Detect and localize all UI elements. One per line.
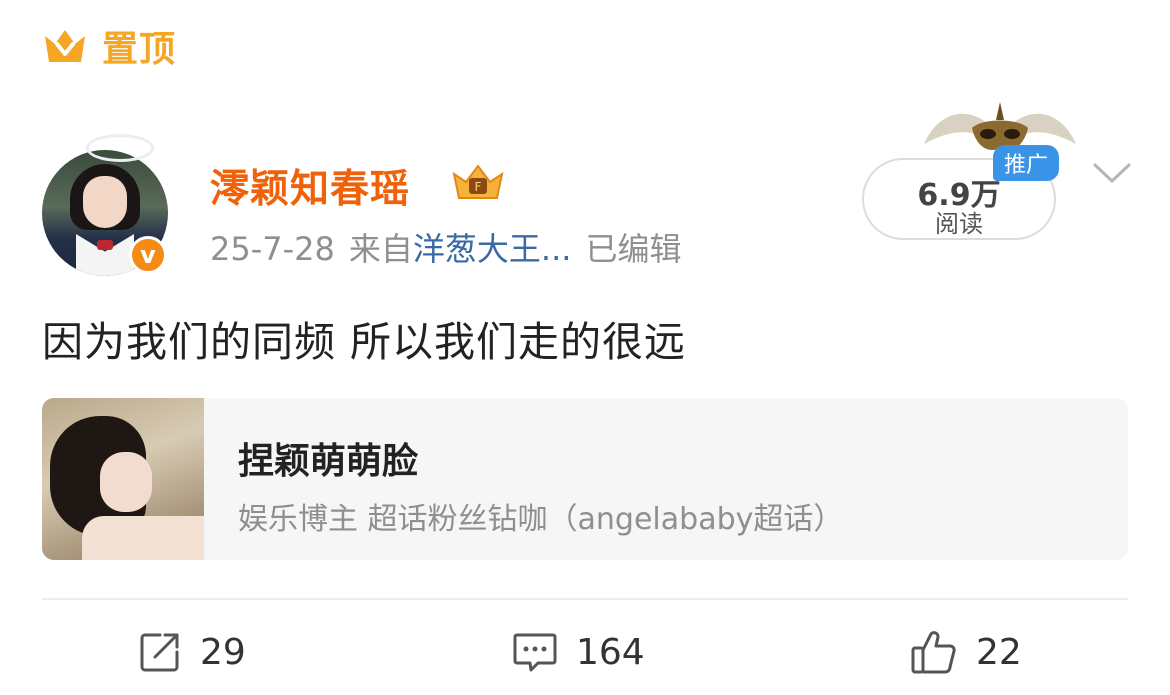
comment-button[interactable]: 164	[512, 626, 645, 678]
edited-label[interactable]: 已编辑	[585, 230, 681, 268]
repost-icon	[138, 630, 182, 674]
comment-icon	[512, 630, 558, 674]
card-thumbnail	[42, 398, 204, 560]
card-subtitle: 娱乐博主 超话粉丝钻咖（angelababy超话）	[238, 502, 844, 537]
author-name[interactable]: 澪颖知春瑶	[210, 158, 410, 214]
post-text: 因为我们的同频 所以我们走的很远	[42, 318, 687, 366]
repost-count: 29	[200, 631, 246, 673]
pinned-indicator: 置顶	[42, 24, 176, 70]
post-source-link[interactable]: 洋葱大王...	[413, 230, 572, 268]
card-title: 捏颖萌萌脸	[238, 441, 419, 482]
chevron-down-icon[interactable]	[1092, 160, 1132, 190]
like-button[interactable]: 22	[910, 626, 1022, 678]
divider	[42, 598, 1128, 600]
thumbs-up-icon	[910, 629, 958, 675]
promote-tag[interactable]: 推广	[993, 145, 1059, 181]
source-prefix: 来自	[348, 230, 413, 268]
comment-count: 164	[576, 631, 645, 673]
linked-user-card[interactable]: 捏颖萌萌脸 娱乐博主 超话粉丝钻咖（angelababy超话）	[42, 398, 1128, 560]
post-date: 25-7-28	[210, 230, 335, 268]
crown-icon	[42, 26, 88, 66]
avatar-frame-decoration	[86, 134, 154, 162]
read-label: 阅读	[935, 210, 983, 238]
pinned-label: 置顶	[102, 29, 177, 70]
post-meta: 25-7-28 来自洋葱大王... 已编辑	[210, 224, 681, 270]
crown-member-icon[interactable]: F	[450, 160, 506, 208]
like-count: 22	[976, 631, 1022, 673]
repost-button[interactable]: 29	[138, 626, 246, 678]
svg-text:F: F	[475, 180, 482, 194]
v-badge-icon: v	[129, 236, 167, 274]
